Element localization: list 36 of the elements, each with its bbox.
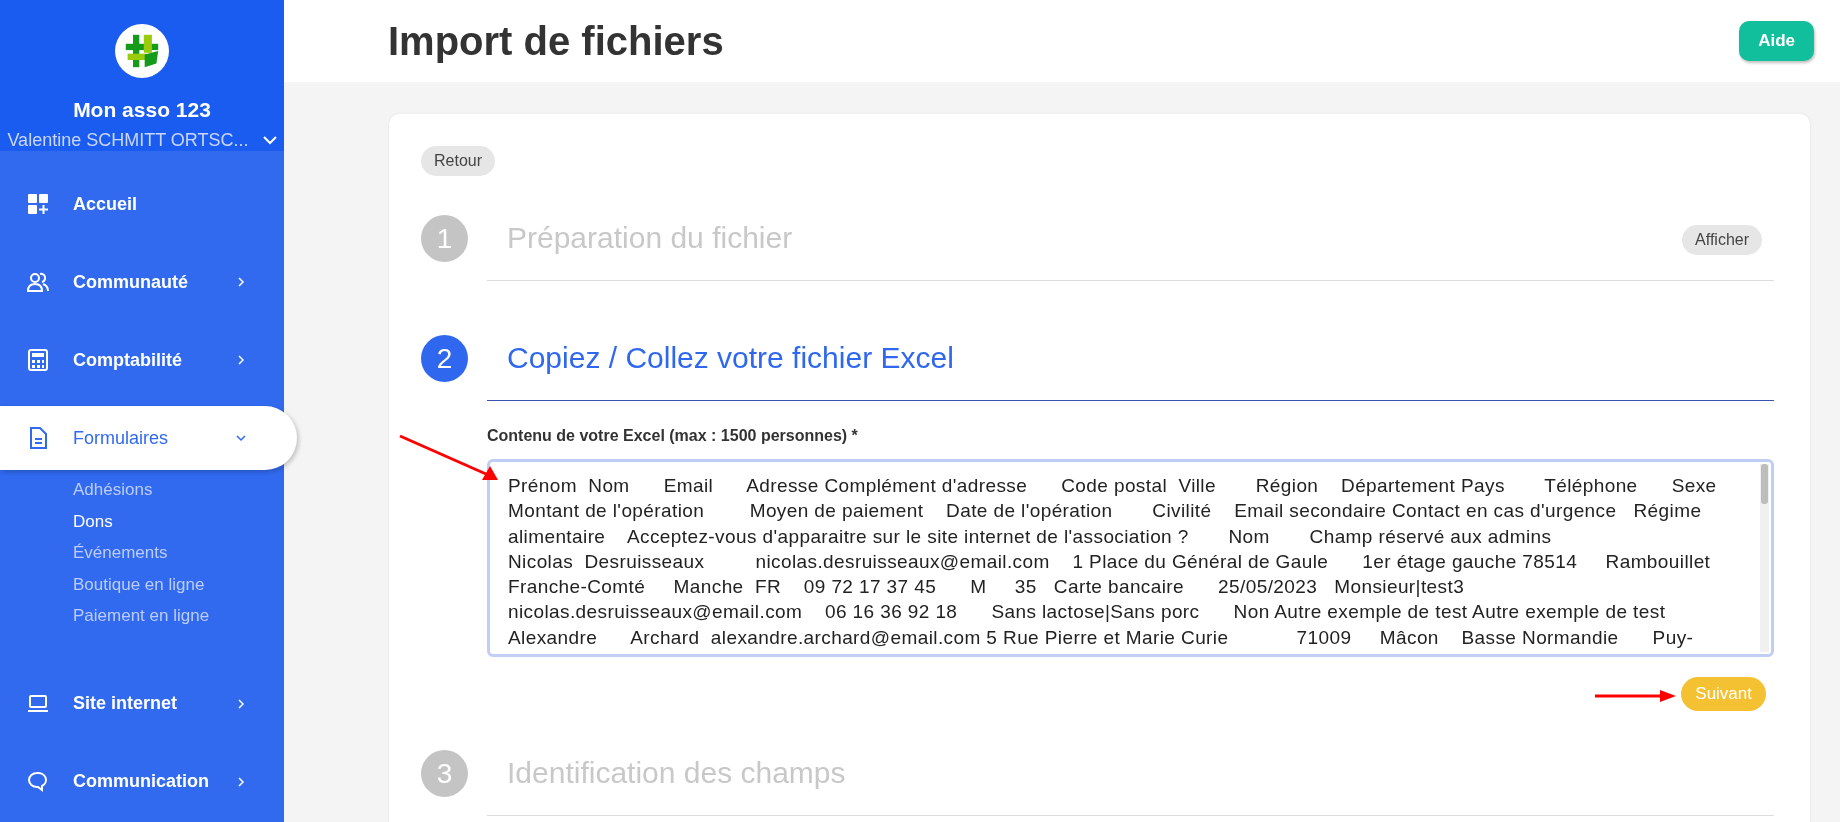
laptop-icon	[27, 692, 49, 715]
chevron-down-icon[interactable]	[262, 136, 277, 145]
chat-icon	[27, 770, 49, 793]
chevron-down-icon	[236, 433, 246, 443]
dashboard-icon	[27, 193, 49, 215]
chevron-right-icon	[236, 776, 246, 787]
people-icon	[27, 271, 49, 293]
organization-name: Mon asso 123	[73, 98, 211, 122]
show-button[interactable]: Afficher	[1682, 225, 1762, 255]
step-title: Copiez / Collez votre fichier Excel	[507, 341, 954, 375]
scrollbar[interactable]	[1760, 464, 1769, 652]
user-name[interactable]: Valentine SCHMITT ORTSC...	[7, 130, 249, 151]
calculator-icon	[27, 349, 49, 371]
back-button[interactable]: Retour	[421, 146, 496, 176]
document-icon	[27, 427, 49, 449]
step-number: 1	[421, 215, 468, 262]
chevron-right-icon	[236, 355, 246, 365]
sidebar-item[interactable]: Communauté	[0, 250, 284, 314]
submenu-item[interactable]: Dons	[73, 505, 284, 537]
sidebar-item[interactable]: Site internet	[0, 671, 284, 736]
sidebar-item[interactable]: Comptabilité	[0, 328, 284, 392]
sidebar-item[interactable]: Communication	[0, 749, 284, 814]
submenu-item[interactable]: Paiement en ligne	[73, 600, 284, 632]
sidebar-item[interactable]: Accueil	[0, 172, 284, 236]
field-label: Contenu de votre Excel (max : 1500 personnes) *	[487, 427, 859, 445]
sidebar-item[interactable]: Formulaires	[0, 406, 297, 470]
input-field[interactable]: Prénom Nom Email Adresse Complément d'adresse Code postal Ville Région Département Pays Téléphone Sexe Montant de l'opération Moyen de paiement Date de l'opération Civilité Email secondaire Contact en cas d'urgence Régime alimentaire Acceptez-vous d'apparaitre sur le site internet de l'association ? Nom Champ réservé aux admins Nicolas Desruisseaux nicolas.desruisseaux@email.com 1 Place du Général de Gaule 1er étage gauche 78514 Rambouillet Franche-Comté Manche FR 09 72 17 37 45 M 35 Carte bancaire 25/05/2023 Monsieur|test3 nicolas.desruisseaux@email.com 06 16 36 92 18 Sans lactose|Sans porc Non Autre exemple de test Autre exemple de test Alexandre Archard alexandre.archard@email.com 5 Rue Pierre et Marie Curie 71009 Mâcon Basse Normandie Puy-	[487, 459, 1774, 657]
logo-icon	[115, 24, 169, 78]
submenu-item[interactable]: Adhésions	[73, 474, 284, 506]
submenu-item[interactable]: Événements	[73, 537, 284, 569]
step-number: 2	[421, 335, 468, 382]
submenu-item[interactable]: Boutique en ligne	[73, 568, 284, 600]
step-number: 3	[421, 750, 468, 797]
chevron-right-icon	[236, 698, 246, 709]
chevron-right-icon	[236, 277, 246, 287]
page-title: Import de fichiers	[388, 18, 724, 64]
